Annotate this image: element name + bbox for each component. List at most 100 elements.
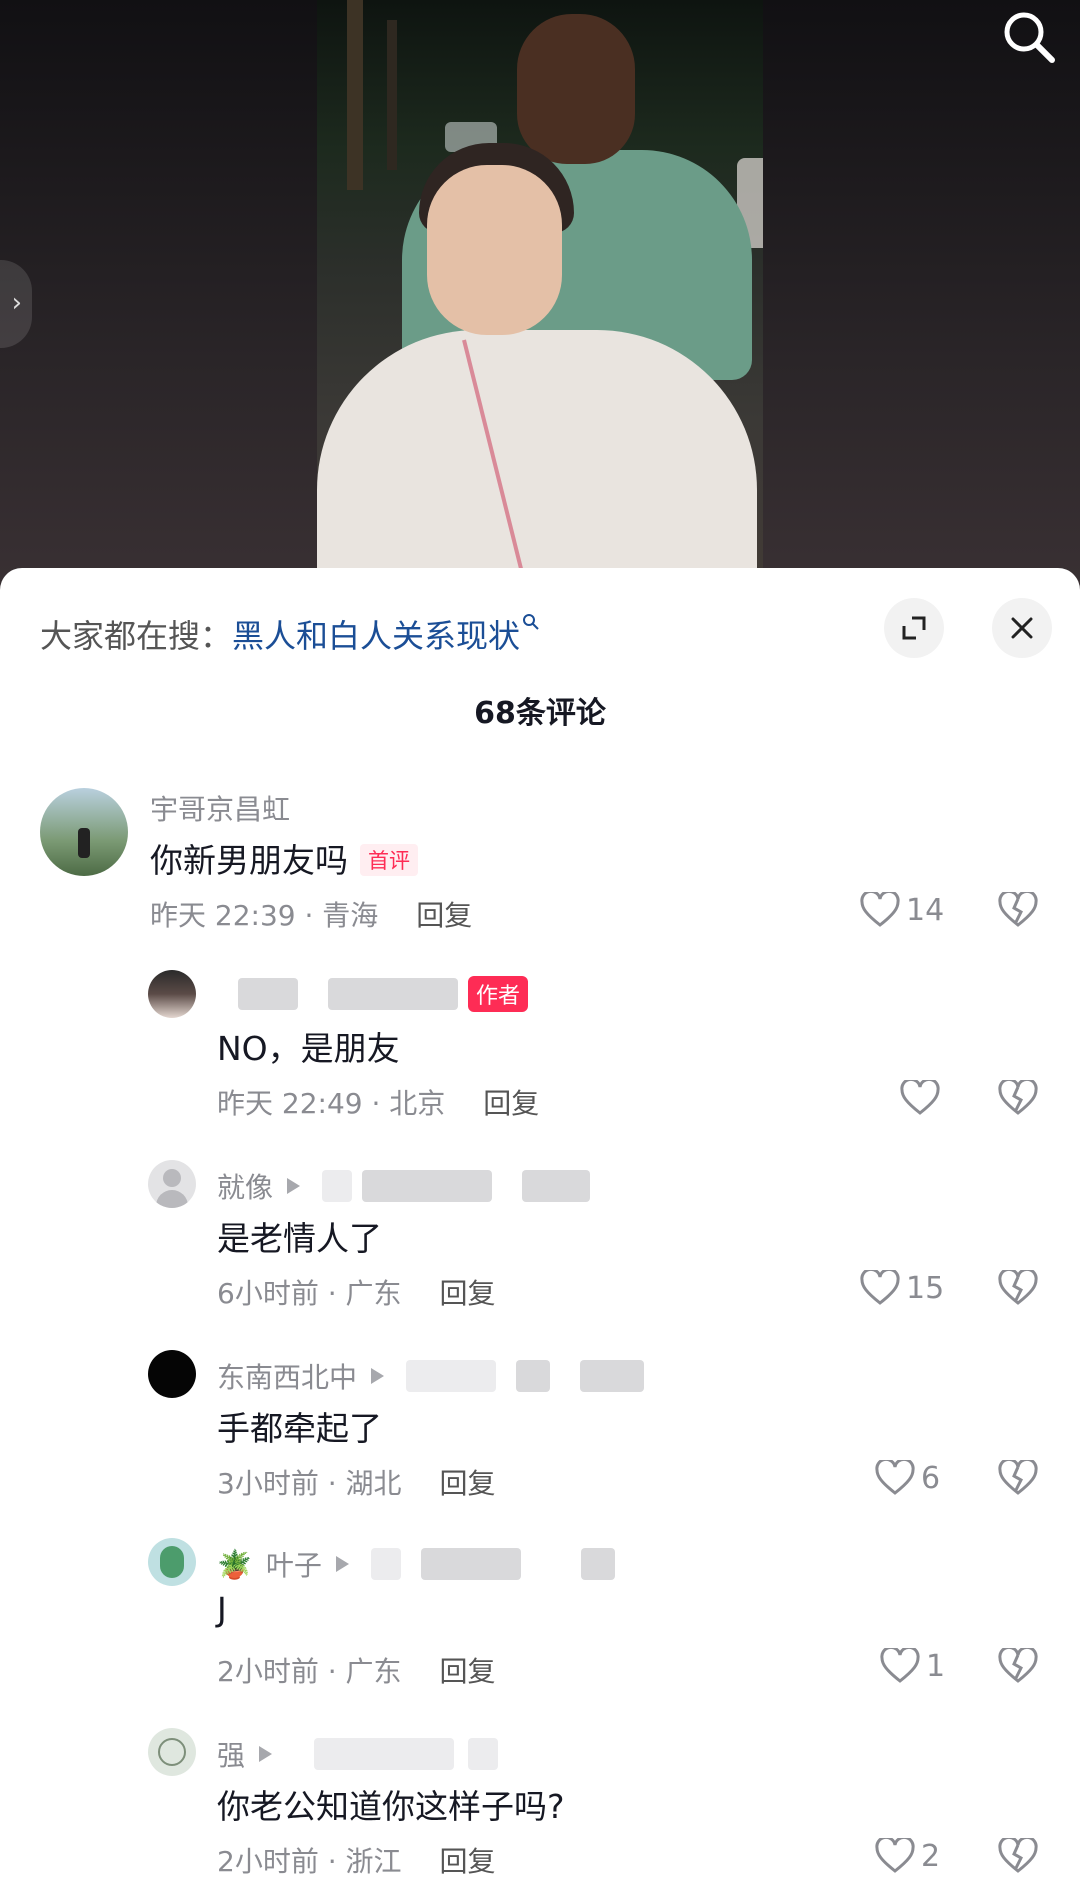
tree-shape [347,0,363,190]
like-button[interactable]: 15 [860,1270,944,1306]
comment-time-location: 昨天 22:49 · 北京 [217,1087,446,1120]
reply-button[interactable]: 回复 [483,1087,539,1120]
avatar[interactable] [40,788,128,876]
heart-icon [880,1648,920,1683]
comment-meta: 昨天 22:49 · 北京 回复 [217,1082,539,1122]
comment-time-location: 3小时前 · 湖北 [217,1467,402,1500]
blurred-username [238,978,298,1010]
expand-button[interactable] [884,598,944,658]
comment-meta: 2小时前 · 浙江 回复 [217,1840,496,1880]
like-count: 15 [906,1270,945,1306]
side-panel-toggle[interactable]: › [0,260,32,348]
like-button[interactable]: 14 [860,892,944,928]
heart-icon [875,1838,915,1873]
blurred-username [468,1738,499,1770]
close-icon [1011,617,1033,639]
avatar[interactable] [148,1350,196,1398]
like-count: 14 [906,892,945,928]
comment-text: J [217,1590,227,1629]
plant-emoji-icon: 🪴 [217,1547,252,1581]
like-count: 2 [921,1838,941,1874]
comment-username[interactable]: 强 [217,1734,499,1774]
comment-username[interactable]: 作者 [228,976,529,1012]
comment-time-location: 6小时前 · 广东 [217,1277,402,1310]
like-button[interactable]: 2 [875,1838,940,1874]
dislike-button[interactable] [998,1645,1038,1688]
like-count: 1 [926,1648,946,1684]
comment-meta: 昨天 22:39 · 青海 回复 [150,894,472,934]
heart-icon [860,892,900,927]
reply-arrow-icon [287,1178,301,1194]
avatar[interactable] [148,1728,196,1776]
broken-heart-icon [998,1267,1038,1305]
comment-meta: 2小时前 · 广东 回复 [217,1650,496,1690]
comment-time-location: 2小时前 · 浙江 [217,1845,402,1878]
heart-icon [860,1270,900,1305]
dislike-button[interactable] [998,1267,1038,1310]
tree-shape [387,20,397,170]
reply-arrow-icon [335,1556,349,1572]
comment-sheet: 大家都在搜： 黑人和白人关系现状 68条评论 宇哥京昌虹 你新男朋友吗 首评 昨天… [0,568,1080,1902]
first-comment-badge: 首评 [360,843,418,876]
like-button[interactable]: 6 [875,1460,940,1496]
avatar[interactable] [148,970,196,1018]
blurred-username [580,1360,645,1392]
comment-text: 你老公知道你这样子吗? [217,1787,565,1826]
blurred-username [516,1360,551,1392]
person-man-head [517,14,635,164]
chevron-right-icon: › [11,288,22,318]
broken-heart-icon [998,1457,1038,1495]
comment-time-location: 2小时前 · 广东 [217,1655,402,1688]
comment-count: 68条评论 [474,696,606,731]
comment-text: 是老情人了 [217,1219,382,1258]
blurred-username [314,1738,455,1770]
broken-heart-icon [998,1835,1038,1873]
person-woman-body [317,330,757,600]
person-woman-head [427,165,562,335]
blurred-username [362,1170,493,1202]
search-suggestion-prefix: 大家都在搜： [40,617,233,655]
heart-icon [875,1460,915,1495]
avatar[interactable] [148,1160,196,1208]
search-icon [1004,12,1055,63]
broken-heart-icon [998,1645,1038,1683]
dislike-button[interactable] [998,889,1038,932]
blurred-username [322,1170,353,1202]
reply-button[interactable]: 回复 [440,1277,496,1310]
like-button[interactable] [900,1080,946,1116]
expand-icon [902,616,926,640]
dislike-button[interactable] [998,1457,1038,1500]
comment-text: 你新男朋友吗 首评 [150,834,418,882]
reply-button[interactable]: 回复 [440,1845,496,1878]
comment-username[interactable]: 东南西北中 [217,1356,645,1396]
blurred-username [406,1360,497,1392]
blurred-username [420,1548,521,1580]
comment-username[interactable]: 宇哥京昌虹 [150,788,290,828]
blurred-username [370,1548,401,1580]
video-frame-selfie [317,0,763,600]
comment-username[interactable]: 就像 [217,1166,591,1206]
broken-heart-icon [998,889,1038,927]
author-badge: 作者 [468,976,529,1012]
blurred-username [580,1548,615,1580]
dislike-button[interactable] [998,1077,1038,1120]
avatar[interactable] [148,1538,196,1586]
comment-meta: 6小时前 · 广东 回复 [217,1272,496,1312]
reply-button[interactable]: 回复 [440,1467,496,1500]
reply-button[interactable]: 回复 [440,1655,496,1688]
trending-search-suggestion[interactable]: 大家都在搜： 黑人和白人关系现状 [40,604,540,664]
reply-arrow-icon [259,1746,273,1762]
search-button[interactable] [994,4,1066,76]
blurred-username [522,1170,591,1202]
like-button[interactable]: 1 [880,1648,945,1684]
comment-time-location: 昨天 22:39 · 青海 [150,899,379,932]
video-player[interactable]: › [0,0,1080,600]
comment-username[interactable]: 🪴 叶子 [217,1544,615,1584]
like-count: 6 [921,1460,941,1496]
dislike-button[interactable] [998,1835,1038,1878]
blurred-username [328,978,458,1010]
reply-button[interactable]: 回复 [416,899,472,932]
close-button[interactable] [992,598,1052,658]
comment-text: 手都牵起了 [217,1409,382,1448]
search-suggestion-term[interactable]: 黑人和白人关系现状 [232,611,520,657]
